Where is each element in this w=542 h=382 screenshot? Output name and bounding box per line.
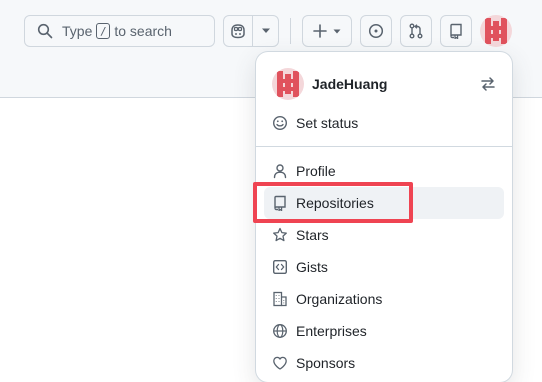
git-pull-request-icon bbox=[408, 23, 424, 39]
copilot-icon bbox=[229, 23, 247, 39]
search-icon bbox=[37, 23, 53, 39]
search-shortcut-key: / bbox=[96, 23, 111, 39]
menu-item-label: Enterprises bbox=[296, 323, 367, 339]
menu-item-label: Set status bbox=[296, 115, 359, 131]
repo-icon bbox=[448, 23, 464, 39]
menu-item-label: Sponsors bbox=[296, 355, 356, 371]
create-new-button[interactable] bbox=[302, 15, 352, 47]
menu-user-header: JadeHuang bbox=[272, 68, 496, 100]
search-suffix: to search bbox=[114, 23, 172, 39]
header-divider bbox=[290, 18, 291, 44]
triangle-down-icon bbox=[333, 29, 341, 34]
triangle-down-icon bbox=[261, 28, 271, 34]
menu-item-enterprises[interactable]: Enterprises bbox=[264, 315, 504, 347]
menu-item-label: Profile bbox=[296, 163, 336, 179]
issues-button[interactable] bbox=[360, 15, 392, 47]
star-icon bbox=[272, 227, 288, 243]
menu-item-sponsors[interactable]: Sponsors bbox=[264, 347, 504, 379]
arrow-switch-icon[interactable] bbox=[480, 76, 496, 92]
menu-item-label: Stars bbox=[296, 227, 329, 243]
person-icon bbox=[272, 163, 288, 179]
code-square-icon bbox=[272, 259, 288, 275]
heart-icon bbox=[272, 355, 288, 371]
menu-divider bbox=[256, 146, 512, 147]
organization-icon bbox=[272, 291, 288, 307]
search-placeholder: Type / to search bbox=[62, 23, 172, 39]
plus-icon bbox=[313, 24, 327, 38]
globe-icon bbox=[272, 323, 288, 339]
user-avatar-button[interactable] bbox=[480, 15, 512, 47]
repositories-button[interactable] bbox=[440, 15, 472, 47]
username-label: JadeHuang bbox=[312, 76, 388, 92]
menu-item-set-status[interactable]: Set status bbox=[264, 107, 504, 139]
search-prefix: Type bbox=[62, 23, 93, 39]
copilot-dropdown-button[interactable] bbox=[252, 15, 279, 47]
menu-item-label: Gists bbox=[296, 259, 328, 275]
annotation-highlight-box bbox=[253, 182, 413, 223]
menu-item-label: Organizations bbox=[296, 291, 383, 307]
avatar bbox=[272, 68, 304, 100]
menu-item-organizations[interactable]: Organizations bbox=[264, 283, 504, 315]
search-input[interactable]: Type / to search bbox=[24, 15, 215, 47]
issue-opened-icon bbox=[368, 23, 384, 39]
smiley-icon bbox=[272, 115, 288, 131]
menu-item-stars[interactable]: Stars bbox=[264, 219, 504, 251]
copilot-button[interactable] bbox=[223, 15, 253, 47]
pull-requests-button[interactable] bbox=[400, 15, 432, 47]
menu-item-gists[interactable]: Gists bbox=[264, 251, 504, 283]
